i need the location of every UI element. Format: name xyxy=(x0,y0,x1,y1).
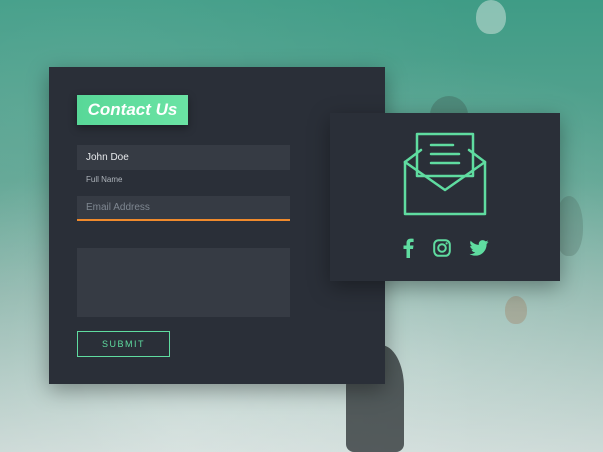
form-title-badge: Contact Us xyxy=(77,95,188,125)
balloon-decoration xyxy=(505,296,527,324)
contact-info-card xyxy=(330,113,560,281)
submit-button[interactable]: SUBMIT xyxy=(77,331,170,357)
instagram-icon[interactable] xyxy=(431,237,453,259)
facebook-icon[interactable] xyxy=(400,237,416,259)
email-input[interactable] xyxy=(77,196,290,221)
message-textarea[interactable] xyxy=(77,248,290,317)
envelope-letter-icon xyxy=(403,132,487,216)
full-name-input[interactable] xyxy=(77,145,290,170)
full-name-label: Full Name xyxy=(86,175,123,184)
twitter-icon[interactable] xyxy=(467,237,491,259)
balloon-decoration xyxy=(476,0,506,34)
form-title: Contact Us xyxy=(87,100,178,119)
